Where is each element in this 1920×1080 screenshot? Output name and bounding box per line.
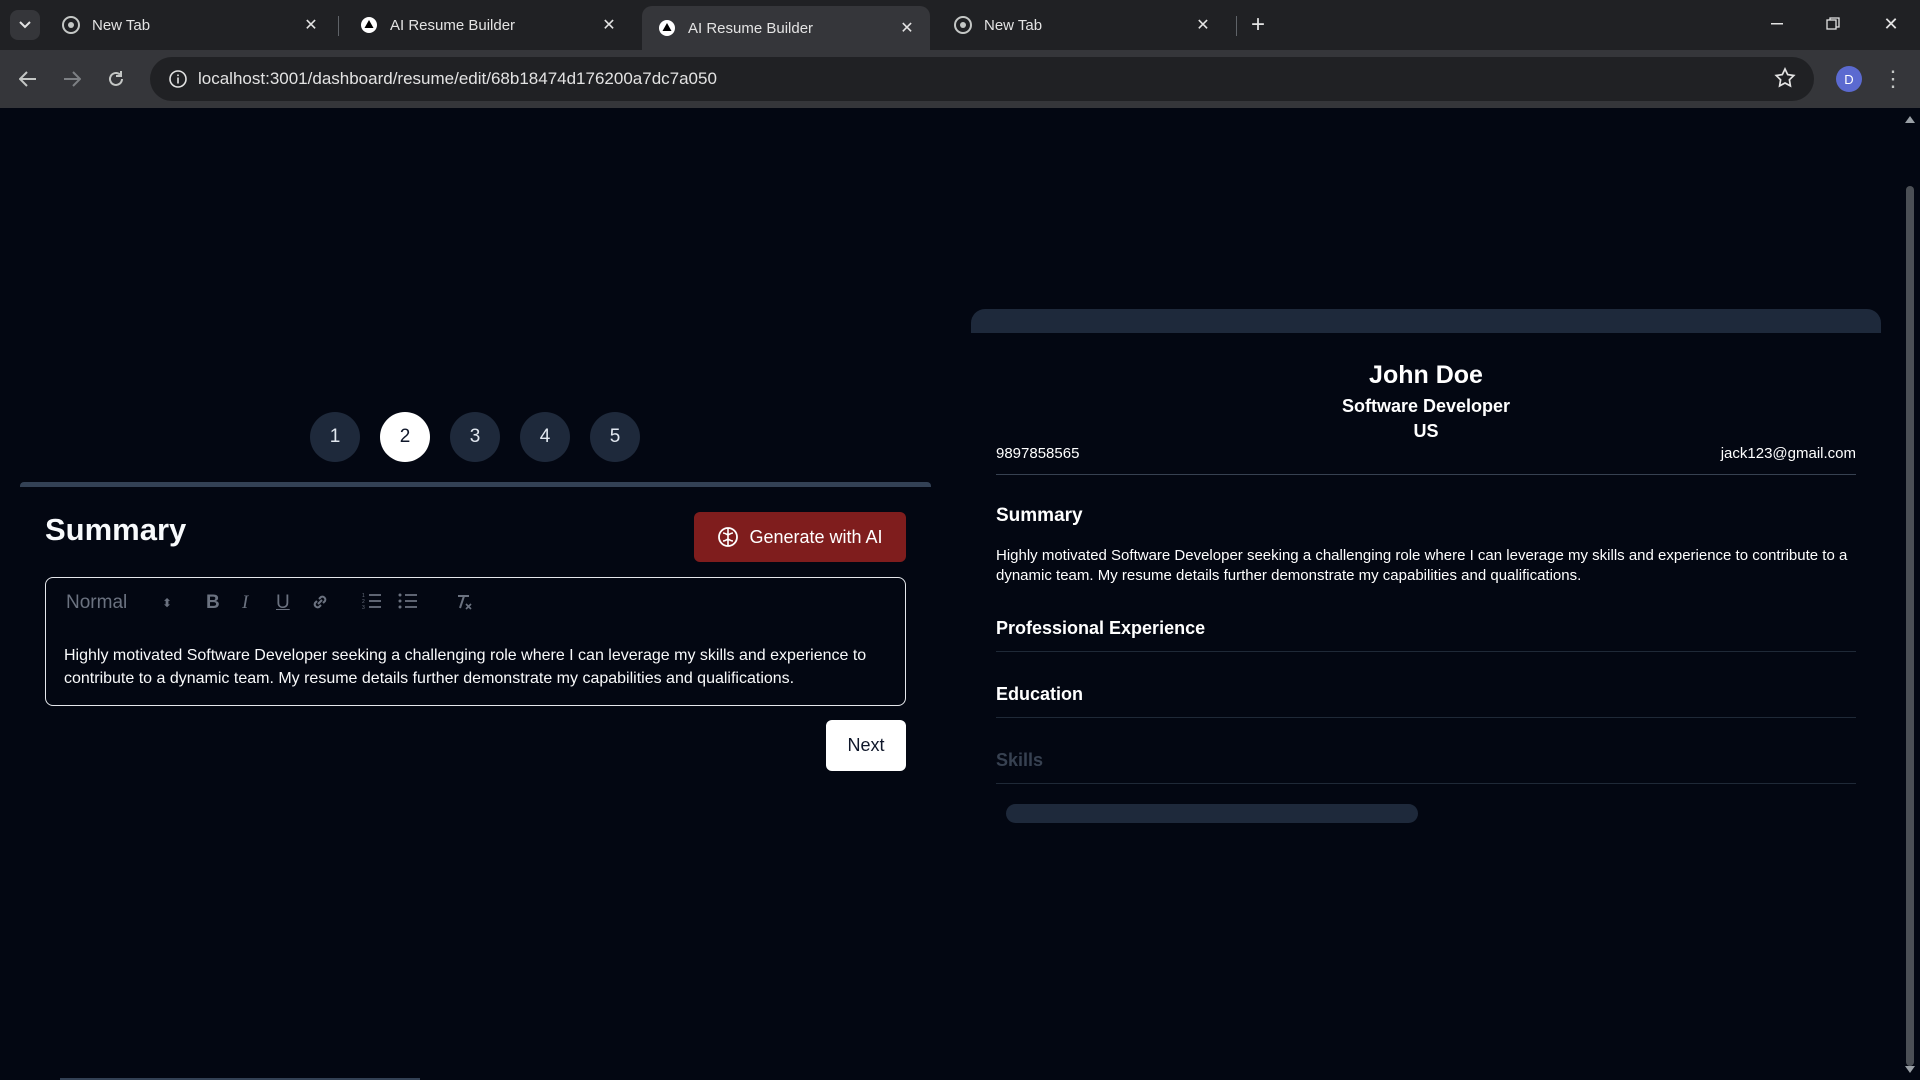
preview-education-heading: Education (996, 684, 1084, 704)
bullet-list-icon[interactable] (398, 592, 418, 616)
divider (996, 651, 1856, 652)
italic-icon[interactable]: I (242, 592, 248, 614)
close-tab-icon[interactable]: ✕ (300, 14, 322, 36)
underline-icon[interactable]: U (276, 592, 290, 614)
preview-summary-text: Highly motivated Software Developer seek… (996, 547, 1848, 584)
site-info-icon[interactable] (158, 69, 198, 89)
preview-job-title: Software Developer (1341, 396, 1511, 416)
preview-name: John Doe (1369, 361, 1483, 389)
new-tab-button[interactable]: + (1244, 10, 1272, 40)
select-arrows-icon[interactable]: ⬍ (162, 596, 172, 610)
tab-title: AI Resume Builder (688, 19, 814, 37)
triangle-logo-icon (658, 19, 676, 37)
forward-arrow-icon[interactable] (56, 63, 88, 95)
step-4[interactable]: 4 (520, 412, 570, 462)
editor-toolbar: Normal ⬍ B I U 123 (46, 578, 905, 628)
rich-text-editor[interactable]: Normal ⬍ B I U 123 Highly motivated Soft… (45, 577, 906, 706)
preview-phone: 9897858565 (996, 445, 1080, 462)
generate-with-ai-button[interactable]: Generate with AI (694, 512, 906, 562)
tab-strip: New Tab ✕ AI Resume Builder ✕ AI Resume … (0, 0, 1920, 50)
tab-separator (338, 16, 339, 36)
tab-title: AI Resume Builder (390, 16, 516, 34)
tab-search-button[interactable] (10, 10, 40, 40)
url-text: localhost:3001/dashboard/resume/edit/68b… (198, 69, 717, 88)
tab-new-tab-1[interactable]: New Tab ✕ (46, 6, 334, 44)
preview-experience-heading: Professional Experience (996, 618, 1206, 638)
scroll-up-arrow-icon[interactable] (1905, 116, 1915, 123)
skill-loading-skeleton (1006, 804, 1418, 823)
close-window-icon[interactable]: ✕ (1864, 0, 1918, 48)
divider (996, 783, 1856, 784)
more-menu-icon[interactable]: ⋮ (1880, 64, 1906, 94)
scrollbar-thumb[interactable] (1906, 186, 1914, 1066)
bold-icon[interactable]: B (206, 592, 220, 614)
preview-location: US (1413, 421, 1439, 441)
profile-avatar[interactable]: D (1836, 66, 1862, 92)
close-tab-icon[interactable]: ✕ (896, 17, 918, 39)
minimize-icon[interactable] (1750, 0, 1804, 48)
bookmark-star-icon[interactable] (1774, 67, 1796, 94)
brain-icon (718, 527, 739, 547)
chevron-down-icon (19, 21, 31, 29)
scroll-down-arrow-icon[interactable] (1905, 1066, 1915, 1073)
chrome-icon (954, 16, 972, 34)
svg-text:3: 3 (362, 605, 365, 610)
close-tab-icon[interactable]: ✕ (598, 14, 620, 36)
link-icon[interactable] (310, 592, 330, 618)
triangle-logo-icon (360, 16, 378, 34)
clear-formatting-icon[interactable] (454, 592, 474, 618)
summary-editor-content[interactable]: Highly motivated Software Developer seek… (64, 644, 894, 690)
preview-skills-heading: Skills (996, 750, 1044, 770)
divider (996, 717, 1856, 718)
browser-toolbar: localhost:3001/dashboard/resume/edit/68b… (0, 50, 1920, 108)
step-2[interactable]: 2 (380, 412, 430, 462)
tab-separator (1236, 16, 1237, 36)
divider (996, 474, 1856, 475)
tab-title: New Tab (984, 16, 1043, 34)
step-1[interactable]: 1 (310, 412, 360, 462)
tab-ai-resume-builder-1[interactable]: AI Resume Builder ✕ (344, 6, 632, 44)
reload-icon[interactable] (100, 63, 132, 95)
generate-button-label: Generate with AI (749, 526, 883, 547)
restore-icon[interactable] (1806, 0, 1860, 48)
section-title: Summary (45, 512, 187, 547)
preview-theme-bar (971, 309, 1881, 333)
close-tab-icon[interactable]: ✕ (1192, 14, 1214, 36)
next-button[interactable]: Next (826, 720, 906, 771)
preview-summary-heading: Summary (996, 505, 1083, 526)
form-card-top-border (20, 482, 931, 487)
step-3[interactable]: 3 (450, 412, 500, 462)
tab-title: New Tab (92, 16, 151, 34)
ordered-list-icon[interactable]: 123 (362, 592, 382, 616)
text-style-select[interactable]: Normal (66, 592, 127, 614)
back-arrow-icon[interactable] (12, 63, 44, 95)
chrome-icon (62, 16, 80, 34)
step-5[interactable]: 5 (590, 412, 640, 462)
address-bar[interactable]: localhost:3001/dashboard/resume/edit/68b… (150, 57, 1814, 101)
tab-ai-resume-builder-active[interactable]: AI Resume Builder ✕ (642, 6, 930, 50)
tab-new-tab-2[interactable]: New Tab ✕ (938, 6, 1226, 44)
preview-email: jack123@gmail.com (1720, 445, 1856, 462)
page-scrollbar[interactable] (1900, 108, 1920, 1080)
